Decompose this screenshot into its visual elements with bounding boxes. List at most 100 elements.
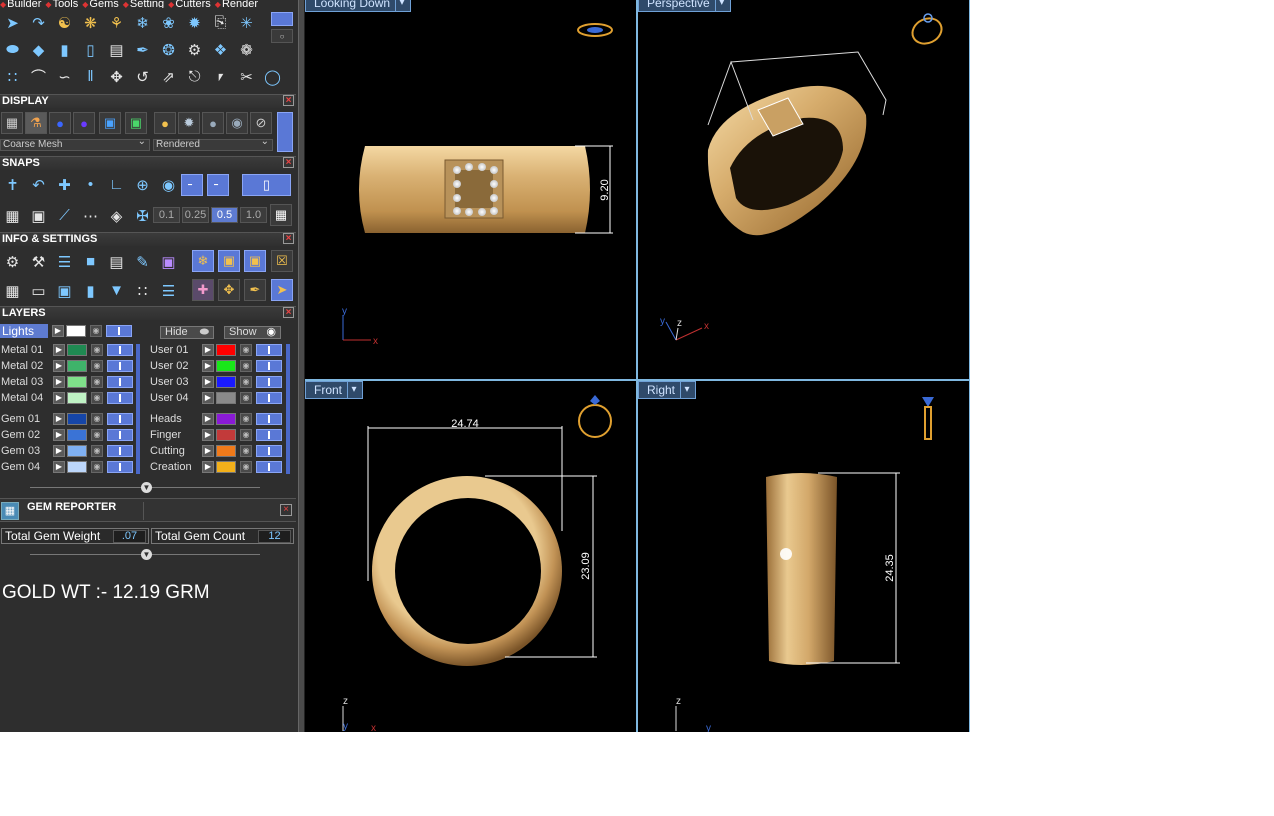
snap-intersection-icon[interactable]: ✚ <box>52 172 77 197</box>
expand-arrow-icon[interactable]: ▶ <box>202 445 214 457</box>
filter-icon[interactable]: ▼ <box>104 278 129 303</box>
expand-arrow-icon[interactable]: ▶ <box>53 429 65 441</box>
layer-color-swatch[interactable] <box>216 445 236 457</box>
snap-tangent-icon[interactable]: ↶ <box>26 172 51 197</box>
display-section-header[interactable]: DISPLAY × <box>0 94 296 108</box>
glossy-sphere-icon[interactable]: ● <box>73 112 95 134</box>
sheet-icon[interactable]: ▯ <box>78 37 103 62</box>
perspective-view-tab[interactable]: Perspective <box>638 0 731 12</box>
wrench-icon[interactable]: ⚒ <box>26 249 51 274</box>
snap-line-button[interactable]: ╴ <box>181 174 203 196</box>
layers-scrollbar-left[interactable] <box>136 344 140 474</box>
flower-tool-icon[interactable]: ❄ <box>130 10 155 35</box>
page-icon[interactable]: ▤ <box>104 37 129 62</box>
snap-circle-icon[interactable]: ◉ <box>156 172 181 197</box>
layer-row[interactable]: User 04 ▶ ◉ <box>150 392 284 406</box>
layer-color-swatch[interactable] <box>216 392 236 404</box>
move-icon[interactable]: ✥ <box>104 64 129 89</box>
visibility-toggle[interactable] <box>256 360 282 372</box>
lock-icon[interactable]: ◉ <box>240 344 252 356</box>
curve-tool-icon[interactable]: ↷ <box>26 10 51 35</box>
right-view-tab[interactable]: Right <box>638 381 697 399</box>
pick-tool-button[interactable]: ✚ <box>192 279 214 301</box>
silver-material-icon[interactable]: ✹ <box>178 112 200 134</box>
panel-splitter[interactable] <box>298 0 305 732</box>
lock-icon[interactable]: ◉ <box>91 392 103 404</box>
visibility-toggle[interactable] <box>107 376 133 388</box>
snap-grid-toggle[interactable]: ▯ <box>242 174 291 196</box>
plate-icon[interactable]: ▮ <box>52 37 77 62</box>
lock-icon[interactable]: ◉ <box>91 413 103 425</box>
layer-row[interactable]: User 02 ▶ ◉ <box>150 360 284 374</box>
snap-perpendicular-icon[interactable]: ∟ <box>104 172 129 197</box>
pave-tool-icon[interactable]: ❋ <box>78 10 103 35</box>
scale-icon[interactable]: ⇗ <box>156 64 181 89</box>
expand-arrow-icon[interactable]: ▶ <box>202 376 214 388</box>
expand-arrow-icon[interactable]: ▶ <box>202 392 214 404</box>
copy-settings-button[interactable]: ▣ <box>218 250 240 272</box>
gold-material-icon[interactable]: ● <box>154 112 176 134</box>
lights-color-swatch[interactable] <box>66 325 86 337</box>
gear-icon[interactable]: ⚙ <box>182 37 207 62</box>
expand-arrow-icon[interactable]: ▶ <box>53 461 65 473</box>
layer-color-swatch[interactable] <box>67 376 87 388</box>
cut-icon[interactable]: ✂ <box>234 64 259 89</box>
visibility-toggle[interactable] <box>107 413 133 425</box>
layer-row[interactable]: Metal 03 ▶ ◉ <box>1 376 135 390</box>
brushed-material-icon[interactable]: ◉ <box>226 112 248 134</box>
layer-color-swatch[interactable] <box>216 429 236 441</box>
layer-color-swatch[interactable] <box>67 461 87 473</box>
axis-snap-icon[interactable]: ✠ <box>130 203 155 228</box>
gem-cluster-tool-icon[interactable]: ✳ <box>234 10 259 35</box>
expand-arrow-icon[interactable]: ▶ <box>53 413 65 425</box>
visibility-toggle[interactable] <box>256 413 282 425</box>
delete-settings-button[interactable]: ☒ <box>271 250 293 272</box>
layer-row[interactable]: Finger ▶ ◉ <box>150 429 284 443</box>
layer-row[interactable]: Gem 03 ▶ ◉ <box>1 445 135 459</box>
close-icon[interactable]: × <box>283 233 294 244</box>
document-icon[interactable]: ▤ <box>104 249 129 274</box>
expand-arrow-icon[interactable]: ▶ <box>202 429 214 441</box>
display-side-toggle[interactable] <box>277 112 293 152</box>
layer-color-swatch[interactable] <box>67 360 87 372</box>
info-settings-section-header[interactable]: INFO & SETTINGS × <box>0 232 296 246</box>
image-icon[interactable]: ▣ <box>125 112 147 134</box>
visibility-toggle[interactable] <box>106 325 132 337</box>
viewport-right[interactable]: 24.35 z y Right <box>638 381 969 732</box>
diamond-icon[interactable]: ◆ <box>26 37 51 62</box>
lock-icon[interactable]: ◉ <box>240 413 252 425</box>
menu-setting[interactable]: Setting <box>123 0 164 8</box>
snap-value-0-5[interactable]: 0.5 <box>211 207 238 223</box>
lock-icon[interactable]: ◉ <box>240 360 252 372</box>
lock-icon[interactable]: ◉ <box>240 376 252 388</box>
lock-icon[interactable]: ◉ <box>90 325 102 337</box>
cube-snap-icon[interactable]: ▣ <box>26 203 51 228</box>
viewport-horizontal-divider[interactable] <box>305 379 970 381</box>
lock-icon[interactable]: ◉ <box>240 392 252 404</box>
layer-row[interactable]: Gem 02 ▶ ◉ <box>1 429 135 443</box>
lock-icon[interactable]: ◉ <box>91 360 103 372</box>
visibility-toggle[interactable] <box>107 392 133 404</box>
viewport-perspective[interactable]: y z x Perspective <box>638 0 969 379</box>
visibility-toggle[interactable] <box>256 376 282 388</box>
visibility-toggle[interactable] <box>256 461 282 473</box>
layers-section-header[interactable]: LAYERS × <box>0 306 296 320</box>
visibility-toggle[interactable] <box>256 344 282 356</box>
pen-icon[interactable]: ✒ <box>130 37 155 62</box>
layer-color-swatch[interactable] <box>216 461 236 473</box>
book-icon[interactable]: ▮ <box>78 278 103 303</box>
layer-row[interactable]: Metal 01 ▶ ◉ <box>1 344 135 358</box>
snap-value-1-0[interactable]: 1.0 <box>240 207 267 223</box>
expand-arrow-icon[interactable]: ▶ <box>52 325 64 337</box>
snap-value-0-25[interactable]: 0.25 <box>182 207 209 223</box>
plane-snap-icon[interactable]: ◈ <box>104 203 129 228</box>
environment-icon[interactable]: ▣ <box>99 112 121 134</box>
figure-icon[interactable]: ⚗ <box>25 112 47 134</box>
bead-icon[interactable]: ❁ <box>234 37 259 62</box>
dotted-line-icon[interactable]: ⋯ <box>78 203 103 228</box>
expand-arrow-icon[interactable]: ▶ <box>202 360 214 372</box>
expand-arrow-icon[interactable]: ▶ <box>53 376 65 388</box>
menu-cutters[interactable]: Cutters <box>168 0 210 8</box>
layer-row[interactable]: Cutting ▶ ◉ <box>150 445 284 459</box>
lock-icon[interactable]: ◉ <box>240 461 252 473</box>
